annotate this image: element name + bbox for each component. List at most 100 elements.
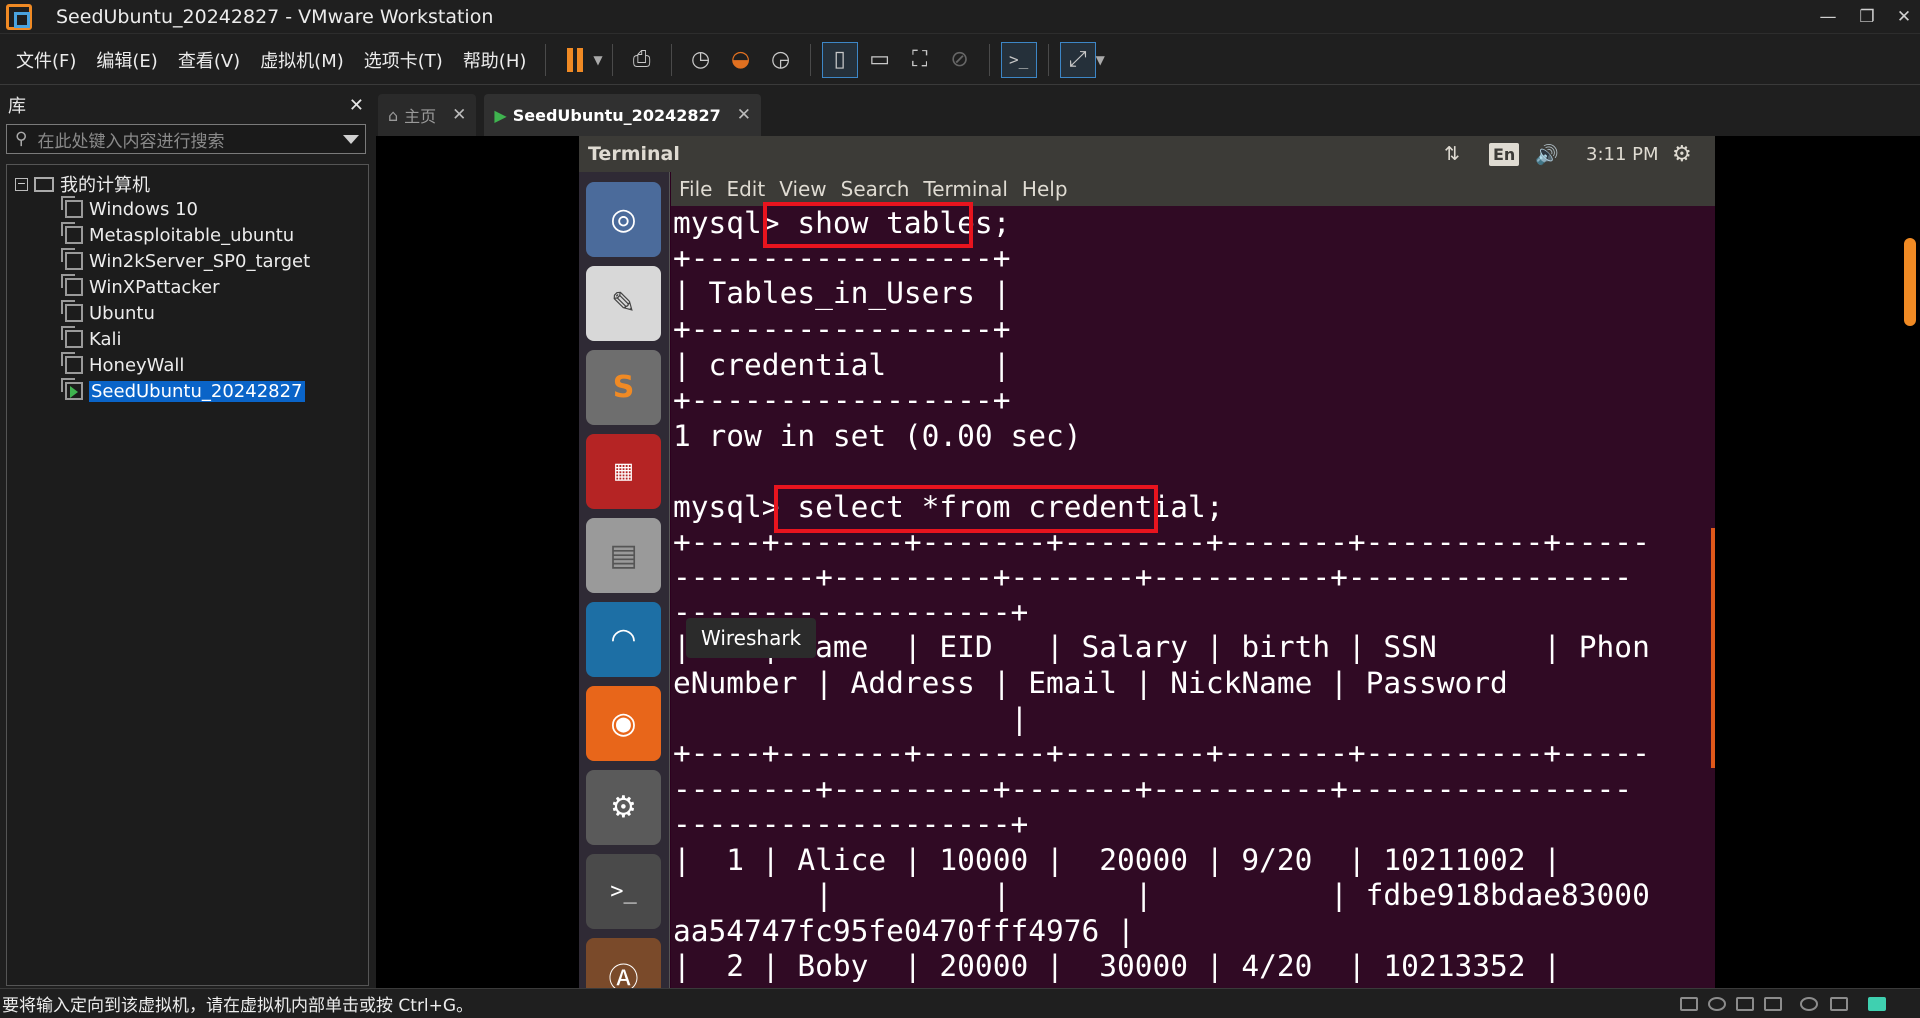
vm-running-icon: [61, 378, 83, 400]
unity-launcher: ◎ ✎ S ▦ ▤ ◠ ◉ ⚙ >_ Ⓐ: [579, 172, 670, 988]
close-icon[interactable]: ✕: [349, 95, 364, 116]
terminal-line: +-----------------+: [673, 312, 1011, 346]
vm-item-metasploitable[interactable]: Metasploitable_ubuntu: [61, 222, 295, 247]
terminal-line: -------------------+: [673, 807, 1029, 841]
chevron-down-icon[interactable]: [343, 135, 359, 144]
snapshot-manager-icon[interactable]: ◶: [763, 42, 799, 78]
vm-item-win2kserver[interactable]: Win2kServer_SP0_target: [61, 248, 310, 273]
vm-item-windows-10[interactable]: Windows 10: [61, 196, 198, 221]
vm-icon: [61, 274, 83, 296]
software-updater-icon[interactable]: Ⓐ: [586, 938, 661, 988]
firefox-icon[interactable]: ◉: [586, 686, 661, 761]
terminal-icon[interactable]: >_: [586, 854, 661, 929]
pause-icon[interactable]: [557, 42, 593, 78]
wireshark-icon[interactable]: ◠: [586, 602, 661, 677]
sidebar-toggle-icon[interactable]: ▯: [821, 41, 858, 78]
hard-disk-icon[interactable]: [1680, 997, 1698, 1011]
terminal-line: eNumber | Address | Email | NickName | P…: [673, 666, 1508, 700]
vm-label: Metasploitable_ubuntu: [89, 224, 295, 246]
terminal-menu-file[interactable]: File: [679, 177, 712, 201]
tab-seedubuntu[interactable]: ▶ SeedUbuntu_20242827 ✕: [484, 94, 761, 136]
vm-item-kali[interactable]: Kali: [61, 326, 122, 351]
system-settings-icon[interactable]: ⚙: [586, 770, 661, 845]
network-icon[interactable]: ⇅: [1444, 136, 1460, 172]
tab-label: SeedUbuntu_20242827: [512, 105, 721, 125]
toolbar-separator: [1047, 43, 1049, 76]
sublime-text-icon[interactable]: S: [586, 350, 661, 425]
library-search-input[interactable]: ⚲ 在此处键入内容进行搜索: [6, 124, 366, 154]
vm-label: Windows 10: [89, 198, 198, 220]
stretch-guest-icon[interactable]: ⤢: [1059, 41, 1096, 78]
menu-file[interactable]: 文件(F): [6, 47, 86, 73]
close-icon[interactable]: ✕: [452, 105, 466, 125]
volume-icon[interactable]: 🔊: [1535, 136, 1559, 172]
window-title: SeedUbuntu_20242827 - VMware Workstation: [56, 5, 494, 28]
tab-home[interactable]: ⌂ 主页 ✕: [378, 94, 477, 136]
terminator-icon[interactable]: ▦: [586, 434, 661, 509]
menu-edit[interactable]: 编辑(E): [86, 47, 167, 73]
chevron-down-icon[interactable]: ▼: [593, 53, 602, 67]
terminal-line: |: [673, 702, 1029, 736]
terminal-output[interactable]: mysql> show tables; +-----------------+ …: [671, 202, 1715, 988]
ubuntu-dash-icon[interactable]: ◎: [586, 182, 661, 257]
sound-card-icon[interactable]: [1800, 997, 1818, 1011]
vm-label: HoneyWall: [89, 354, 185, 376]
printer-icon[interactable]: [1764, 997, 1782, 1011]
menu-tabs[interactable]: 选项卡(T): [354, 47, 453, 73]
snapshot-icon[interactable]: ◷: [683, 42, 719, 78]
terminal-menu-terminal[interactable]: Terminal: [923, 177, 1008, 201]
minimize-icon[interactable]: —: [1814, 4, 1842, 30]
unity-icon[interactable]: ⊘: [942, 42, 978, 78]
settings-gear-icon[interactable]: ⚙: [1672, 136, 1692, 172]
vm-item-seedubuntu[interactable]: SeedUbuntu_20242827: [61, 378, 305, 403]
vm-label: WinXPattacker: [89, 276, 220, 298]
terminal-line: | credential |: [673, 348, 1011, 382]
console-view-icon[interactable]: >_: [1000, 41, 1037, 78]
terminal-menu-help[interactable]: Help: [1022, 177, 1068, 201]
guest-screen[interactable]: Terminal ⇅ En 🔊 3:11 PM ⚙ ◎ ✎ S ▦ ▤ ◠ ◉ …: [579, 136, 1715, 988]
network-adapter-icon[interactable]: [1736, 997, 1754, 1011]
vm-label: Kali: [89, 328, 122, 350]
vm-icon: [61, 300, 83, 322]
close-icon[interactable]: ✕: [737, 105, 751, 125]
terminal-scrollbar[interactable]: [1711, 528, 1715, 768]
toolbar-separator: [670, 43, 672, 76]
display-icon[interactable]: [1830, 997, 1848, 1011]
text-editor-icon[interactable]: ✎: [586, 266, 661, 341]
keyboard-layout-indicator[interactable]: En: [1489, 136, 1520, 172]
terminal-line: | | | | fdbe918bdae83000: [673, 878, 1650, 912]
terminal-menu-view[interactable]: View: [779, 177, 826, 201]
highlight-box-show-tables: [763, 202, 973, 248]
fullscreen-icon[interactable]: ⛶: [902, 42, 938, 78]
library-header: 库 ✕: [0, 86, 372, 124]
vm-running-icon: ▶: [494, 105, 507, 125]
terminal-menu-edit[interactable]: Edit: [726, 177, 765, 201]
menu-help[interactable]: 帮助(H): [453, 47, 537, 73]
vm-item-ubuntu[interactable]: Ubuntu: [61, 300, 155, 325]
vm-item-honeywall[interactable]: HoneyWall: [61, 352, 185, 377]
title-bar: SeedUbuntu_20242827 - VMware Workstation…: [0, 0, 1920, 34]
cd-rom-icon[interactable]: [1708, 997, 1726, 1011]
clock[interactable]: 3:11 PM: [1586, 136, 1659, 172]
menu-vm[interactable]: 虚拟机(M): [250, 47, 354, 73]
library-panel: 库 ✕ ⚲ 在此处键入内容进行搜索 − 我的计算机 Windows 10 Met…: [0, 86, 372, 988]
restore-icon[interactable]: ❐: [1853, 4, 1881, 30]
revert-snapshot-icon[interactable]: ◒: [723, 42, 759, 78]
computer-icon: [34, 176, 54, 192]
file-manager-icon[interactable]: ▤: [586, 518, 661, 593]
tree-root-my-computer[interactable]: − 我的计算机: [15, 171, 150, 197]
thumbnail-bar-icon[interactable]: ▭: [862, 42, 898, 78]
message-log-icon[interactable]: [1868, 997, 1886, 1011]
send-ctrl-alt-del-icon[interactable]: ⎙: [624, 42, 660, 78]
vm-scrollbar[interactable]: [1904, 238, 1916, 326]
highlight-box-select: [774, 485, 1158, 533]
library-tree: − 我的计算机 Windows 10 Metasploitable_ubuntu…: [6, 164, 369, 986]
terminal-line: | Tables_in_Users |: [673, 276, 1011, 310]
chevron-down-icon[interactable]: ▼: [1096, 53, 1105, 67]
menu-view[interactable]: 查看(V): [168, 47, 250, 73]
close-icon[interactable]: ✕: [1890, 4, 1918, 30]
collapse-icon[interactable]: −: [15, 177, 28, 191]
vm-item-winxpattacker[interactable]: WinXPattacker: [61, 274, 220, 299]
terminal-menu-search[interactable]: Search: [841, 177, 910, 201]
lang-label: En: [1489, 142, 1520, 166]
